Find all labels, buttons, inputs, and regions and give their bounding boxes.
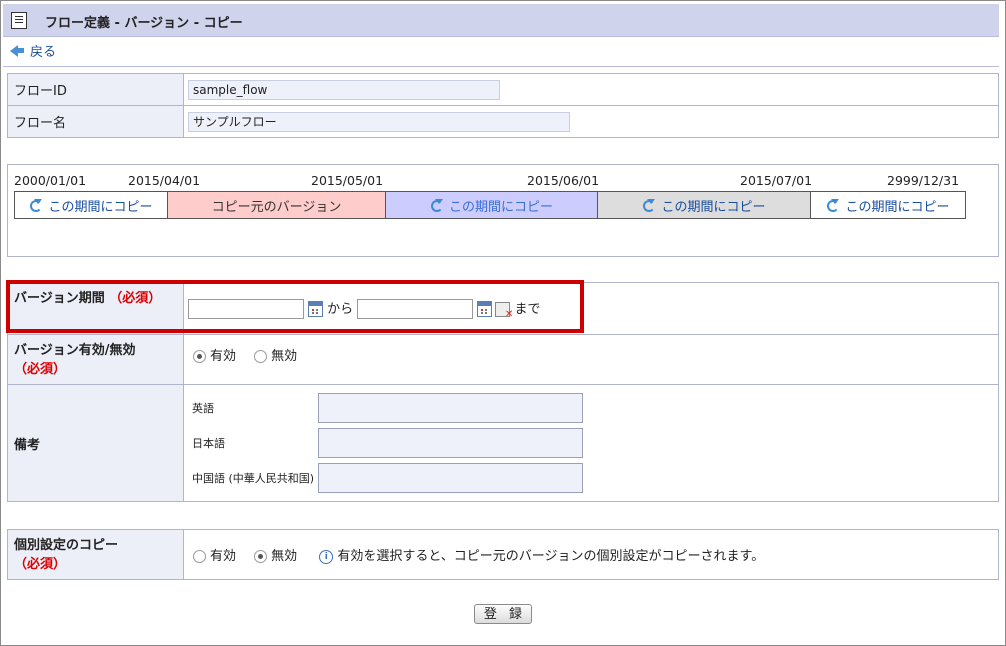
required-mark: （必須） (14, 362, 67, 377)
required-mark: （必須） (109, 291, 162, 306)
calendar-icon[interactable] (308, 301, 323, 318)
register-button[interactable]: 登 録 (474, 604, 532, 624)
page-title: フロー定義 - バージョン - コピー (45, 16, 243, 31)
radio-icon (254, 550, 268, 563)
copy-icon (430, 198, 443, 212)
individual-info: i 有効を選択すると、コピー元のバージョンの個別設定がコピーされます。 (319, 549, 764, 564)
period-field: から まで (183, 282, 999, 335)
flow-name-label: フロー名 (7, 105, 184, 138)
timeline-segment-copy[interactable]: この期間にコピー (14, 191, 168, 219)
info-icon: i (319, 549, 334, 564)
notes-lang-label: 日本語 (192, 437, 225, 450)
copy-icon (642, 198, 656, 212)
individual-radio-disabled[interactable]: 無効 (254, 549, 297, 564)
validity-radio-enabled[interactable]: 有効 (193, 349, 236, 364)
validity-label: バージョン有効/無効 (14, 343, 136, 358)
timeline-date: 2000/01/01 (14, 173, 87, 188)
to-text: まで (514, 301, 541, 317)
notes-lang-label: 英語 (192, 402, 214, 415)
timeline-segment-copy[interactable]: この期間にコピー (597, 191, 811, 219)
timeline-segment-source: コピー元のバージョン (167, 191, 386, 219)
flow-info-table: フローID sample_flow フロー名 サンプルフロー (7, 73, 999, 138)
flow-id-value: sample_flow (188, 79, 500, 100)
divider (3, 66, 999, 67)
clear-date-icon[interactable] (495, 301, 513, 320)
timeline-date: 2999/12/31 (887, 173, 960, 188)
notes-chinese-textarea[interactable] (318, 463, 583, 493)
individual-label-cell: 個別設定のコピー （必須） (7, 529, 184, 580)
back-link[interactable]: 戻る (10, 41, 56, 60)
period-label: バージョン期間 (14, 291, 105, 306)
timeline-date: 2015/04/01 (128, 173, 201, 188)
timeline-segment-copy[interactable]: この期間にコピー (810, 191, 966, 219)
version-settings-table: バージョン期間 （必須） から まで バージョン有効/無効 （必須） 有効 無効… (7, 282, 999, 502)
radio-icon (193, 350, 206, 363)
period-label-cell: バージョン期間 （必須） (7, 282, 184, 335)
timeline-segment-copy[interactable]: この期間にコピー (385, 191, 598, 219)
back-arrow-icon (10, 44, 18, 57)
document-icon (11, 12, 27, 29)
flow-id-label: フローID (7, 73, 184, 106)
title-bar: フロー定義 - バージョン - コピー (3, 4, 999, 37)
notes-lang-label: 中国語 (中華人民共和国) (192, 472, 315, 485)
required-mark: （必須） (14, 557, 67, 572)
from-text: から (327, 301, 354, 317)
copy-icon (29, 198, 43, 212)
notes-japanese-textarea[interactable] (318, 428, 583, 458)
back-label[interactable]: 戻る (30, 41, 56, 60)
copy-icon (826, 198, 840, 212)
notes-english-textarea[interactable] (318, 393, 583, 423)
notes-field: 英語 日本語 中国語 (中華人民共和国) (183, 384, 999, 502)
validity-field: 有効 無効 (183, 334, 999, 385)
calendar-icon[interactable] (477, 301, 493, 318)
individual-label: 個別設定のコピー (14, 538, 119, 553)
individual-radio-enabled[interactable]: 有効 (193, 549, 236, 564)
period-end-input[interactable] (357, 299, 474, 320)
timeline-date: 2015/05/01 (311, 173, 384, 188)
version-timeline: 2000/01/01 2015/04/01 2015/05/01 2015/06… (7, 164, 999, 257)
radio-icon (193, 550, 206, 563)
validity-label-cell: バージョン有効/無効 （必須） (7, 334, 184, 385)
individual-copy-table: 個別設定のコピー （必須） 有効 無効 i 有効を選択すると、コピー元のバージョン… (7, 529, 999, 580)
period-start-input[interactable] (188, 299, 304, 320)
individual-field: 有効 無効 i 有効を選択すると、コピー元のバージョンの個別設定がコピーされます。 (183, 529, 999, 580)
validity-radio-disabled[interactable]: 無効 (254, 349, 297, 364)
flow-name-value: サンプルフロー (188, 111, 570, 132)
timeline-date: 2015/06/01 (527, 173, 600, 188)
notes-label: 備考 (7, 384, 184, 502)
radio-icon (254, 350, 268, 363)
timeline-date: 2015/07/01 (740, 173, 813, 188)
